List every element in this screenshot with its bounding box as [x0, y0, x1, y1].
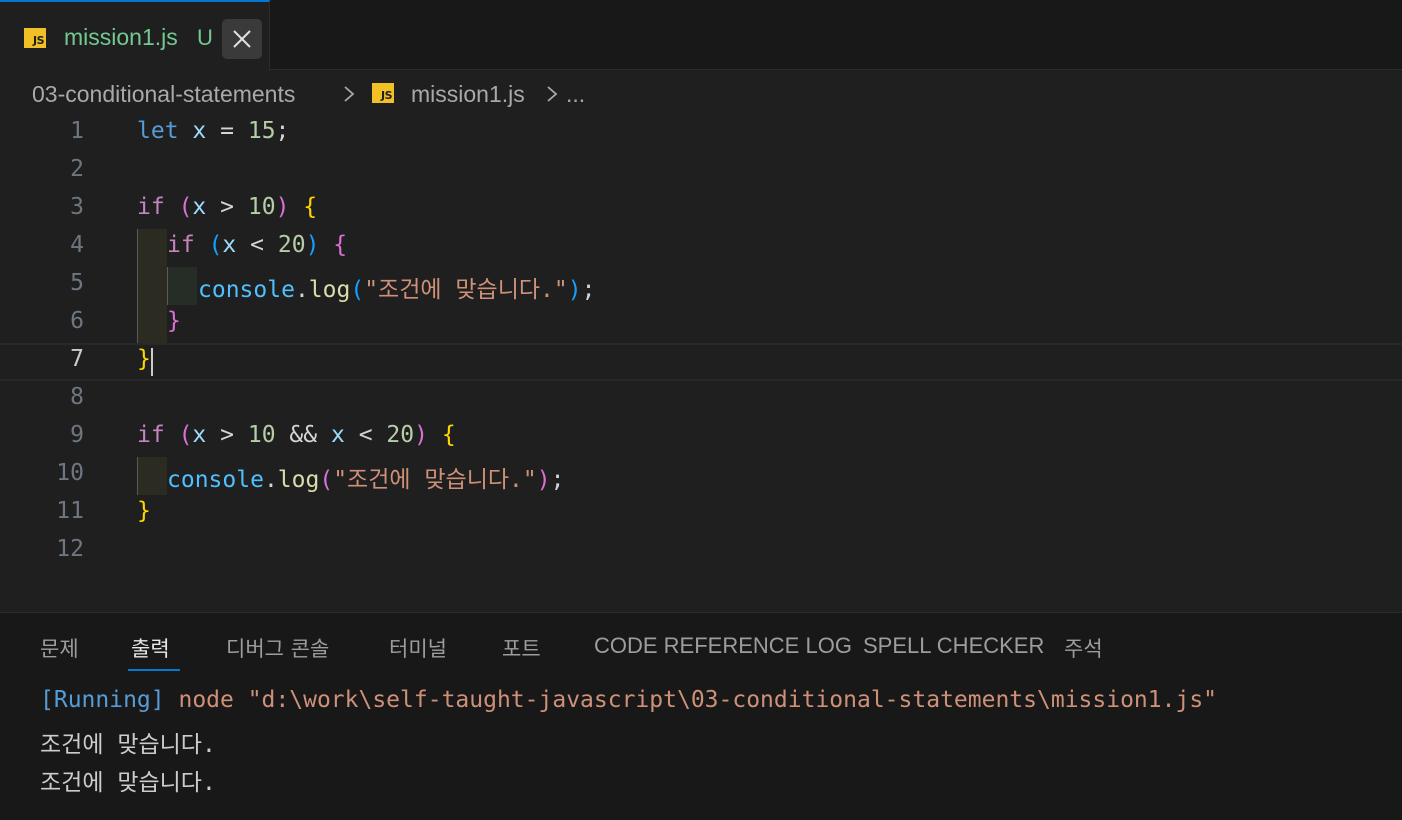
- chevron-right-icon: [344, 86, 355, 102]
- code-editor[interactable]: 1 let x = 15; 2 3 if (x > 10) { 4 if (x …: [0, 115, 1402, 612]
- line-number: 1: [70, 118, 84, 144]
- chevron-right-icon: [547, 86, 558, 102]
- code-line: 6 }: [0, 305, 1402, 343]
- code-line: 11 }: [0, 495, 1402, 533]
- tab-output[interactable]: 출력: [131, 633, 170, 663]
- editor-tab-mission1[interactable]: JS mission1.js U: [0, 0, 270, 71]
- js-file-icon: JS: [372, 83, 394, 103]
- line-number: 11: [56, 498, 84, 524]
- line-number: 3: [70, 194, 84, 220]
- breadcrumb-folder[interactable]: 03-conditional-statements: [32, 81, 295, 108]
- tab-filename: mission1.js: [64, 24, 178, 50]
- tab-comments[interactable]: 주석: [1064, 633, 1103, 663]
- code-line: 1 let x = 15;: [0, 115, 1402, 153]
- running-command: node "d:\work\self-taught-javascript\03-…: [164, 687, 1218, 713]
- indent-guide: [137, 457, 167, 495]
- tab-terminal[interactable]: 터미널: [389, 633, 447, 663]
- tab-debug-console[interactable]: 디버그 콘솔: [226, 633, 329, 663]
- indent-guide: [137, 305, 167, 343]
- output-line: 조건에 맞습니다.: [40, 732, 216, 758]
- line-number: 7: [70, 346, 84, 372]
- close-tab-button[interactable]: [222, 19, 262, 59]
- code-text: }: [167, 308, 181, 334]
- bottom-panel: 문제 출력 디버그 콘솔 터미널 포트 CODE REFERENCE LOG S…: [0, 612, 1402, 820]
- line-number: 2: [70, 156, 84, 182]
- running-tag: [Running]: [40, 687, 165, 713]
- code-text: if (x > 10 && x < 20) {: [137, 422, 456, 448]
- output-line: 조건에 맞습니다.: [40, 770, 216, 796]
- tab-spell-checker[interactable]: SPELL CHECKER: [863, 633, 1044, 659]
- code-line: 4 if (x < 20) {: [0, 229, 1402, 267]
- breadcrumb: 03-conditional-statements JS mission1.js…: [0, 71, 1402, 115]
- line-number: 6: [70, 308, 84, 334]
- code-line: 12: [0, 533, 1402, 571]
- line-number: 8: [70, 384, 84, 410]
- code-text: }: [137, 346, 151, 372]
- code-text: }: [137, 498, 151, 524]
- code-line: 3 if (x > 10) {: [0, 191, 1402, 229]
- code-text: if (x > 10) {: [137, 194, 318, 220]
- breadcrumb-symbols[interactable]: ...: [566, 81, 585, 108]
- code-line-current: 7 }: [0, 343, 1402, 381]
- git-status-badge: U: [197, 25, 213, 50]
- close-icon: [233, 30, 251, 48]
- output-running-line: [Running] node "d:\work\self-taught-java…: [40, 687, 1217, 713]
- line-number: 5: [70, 270, 84, 296]
- indent-guide: [137, 229, 167, 267]
- code-text: console.log("조건에 맞습니다.");: [167, 467, 565, 493]
- code-line: 5 console.log("조건에 맞습니다.");: [0, 267, 1402, 305]
- indent-guide: [137, 267, 167, 305]
- js-file-icon: JS: [24, 28, 46, 48]
- tab-problems[interactable]: 문제: [40, 633, 79, 663]
- text-cursor: [151, 348, 153, 376]
- code-text: let x = 15;: [137, 118, 290, 144]
- code-line: 9 if (x > 10 && x < 20) {: [0, 419, 1402, 457]
- line-number: 12: [56, 536, 84, 562]
- breadcrumb-file[interactable]: mission1.js: [411, 81, 525, 108]
- line-number: 9: [70, 422, 84, 448]
- line-number: 10: [56, 460, 84, 486]
- code-text: console.log("조건에 맞습니다.");: [198, 277, 596, 303]
- code-text: if (x < 20) {: [167, 232, 348, 258]
- indent-guide: [167, 267, 197, 305]
- tab-code-reference-log[interactable]: CODE REFERENCE LOG: [594, 633, 852, 659]
- tab-bar: JS mission1.js U: [0, 0, 1402, 71]
- tab-ports[interactable]: 포트: [502, 633, 541, 663]
- code-line: 8: [0, 381, 1402, 419]
- line-number: 4: [70, 232, 84, 258]
- code-line: 2: [0, 153, 1402, 191]
- active-tab-indicator: [128, 669, 180, 671]
- code-line: 10 console.log("조건에 맞습니다.");: [0, 457, 1402, 495]
